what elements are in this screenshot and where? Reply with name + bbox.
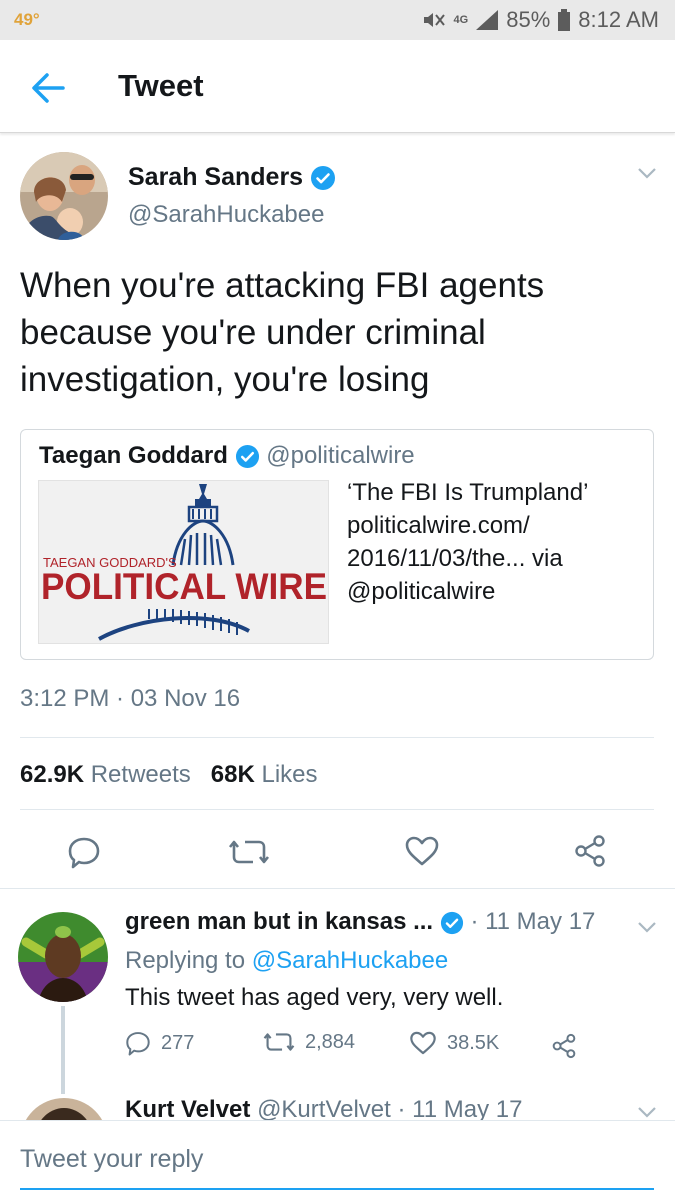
replying-to: Replying to @SarahHuckabee: [125, 947, 448, 975]
back-arrow-icon[interactable]: [30, 70, 66, 106]
political-wire-logo-image: TAEGAN GODDARD'S POLITICAL WIRE: [38, 480, 329, 644]
reply-input[interactable]: Tweet your reply: [20, 1145, 654, 1190]
author-name-row[interactable]: Sarah Sanders: [128, 163, 336, 192]
chevron-down-icon[interactable]: [637, 166, 657, 180]
replying-to-handle[interactable]: @SarahHuckabee: [252, 947, 448, 974]
quoted-card-text: ‘The FBI Is Trumpland’ politicalwire.com…: [347, 479, 588, 605]
tweet-timestamp: 3:12 PM · 03 Nov 16: [20, 685, 241, 712]
retweets-label: Retweets: [90, 761, 191, 788]
author-name: Sarah Sanders: [128, 163, 304, 191]
verified-badge-icon: [311, 166, 336, 191]
next-reply-date: · 11 May 17: [397, 1096, 523, 1123]
reply-icon: [126, 1032, 150, 1056]
verified-badge-icon: [440, 911, 463, 934]
quoted-author-handle: @politicalwire: [266, 442, 415, 469]
next-reply-author-name[interactable]: Kurt Velvet: [125, 1096, 250, 1123]
reply-date: · 11 May 17: [470, 908, 596, 935]
status-bar: 49° 4G 85% 8:12 AM: [0, 0, 675, 40]
status-icons: 4G 85% 8:12 AM: [422, 6, 659, 34]
reply-count: 277: [161, 1031, 195, 1054]
thread-connector: [61, 1006, 65, 1094]
logo-big-text: POLITICAL WIRE: [41, 566, 327, 607]
likes-label: Likes: [261, 761, 318, 788]
battery-percent: 85%: [506, 7, 551, 32]
reply-like-action[interactable]: 38.5K: [409, 1030, 499, 1056]
page-title: Tweet: [118, 68, 204, 103]
reply-icon[interactable]: [67, 835, 101, 869]
verified-badge-icon: [235, 445, 259, 469]
battery-icon: [558, 9, 571, 31]
reply-composer: Tweet your reply: [0, 1120, 675, 1201]
divider: [20, 737, 654, 738]
retweet-count: 2,884: [305, 1030, 356, 1053]
retweet-icon[interactable]: [228, 837, 270, 867]
likes-count: 68K: [210, 761, 255, 788]
divider: [20, 809, 654, 810]
quoted-author-row: Taegan Goddard @politicalwire: [39, 442, 415, 470]
like-count: 38.5K: [447, 1031, 500, 1054]
tweet-text: When you're attacking FBI agents because…: [20, 266, 545, 399]
temperature: 49°: [14, 10, 40, 29]
reply-author-avatar[interactable]: [18, 912, 108, 1002]
quoted-tweet-card[interactable]: Taegan Goddard @politicalwire TAEGAN GOD…: [20, 429, 654, 660]
clock: 8:12 AM: [578, 7, 659, 32]
heart-icon[interactable]: [404, 835, 440, 867]
replying-to-label: Replying to: [125, 947, 246, 974]
chevron-down-icon[interactable]: [637, 920, 657, 934]
chevron-down-icon[interactable]: [637, 1105, 657, 1119]
app-header: Tweet: [0, 40, 675, 133]
retweets-stat[interactable]: 62.9K Retweets: [20, 761, 191, 788]
retweet-icon: [263, 1033, 295, 1051]
heart-icon: [410, 1031, 436, 1055]
author-avatar[interactable]: [20, 152, 108, 240]
author-handle[interactable]: @SarahHuckabee: [128, 201, 324, 229]
retweets-count: 62.9K: [20, 761, 85, 788]
quoted-author-name: Taegan Goddard: [39, 442, 228, 469]
next-reply-author-handle[interactable]: @KurtVelvet: [257, 1096, 391, 1123]
network-type: 4G: [453, 13, 469, 26]
reply-reply-action[interactable]: 277: [125, 1030, 194, 1056]
reply-retweet-action[interactable]: 2,884: [263, 1030, 355, 1054]
tweet-stats: 62.9K Retweets 68K Likes: [20, 761, 318, 789]
reply-author-name[interactable]: green man but in kansas ...: [125, 908, 433, 935]
reply-header: green man but in kansas ... · 11 May 17: [125, 908, 595, 936]
share-icon[interactable]: [551, 1033, 577, 1059]
reply-text: This tweet has aged very, very well.: [125, 984, 504, 1011]
signal-icon: [476, 10, 499, 30]
likes-stat[interactable]: 68K Likes: [211, 761, 318, 788]
mute-icon: [423, 13, 445, 27]
section-divider: [0, 888, 675, 889]
share-icon[interactable]: [573, 834, 607, 868]
